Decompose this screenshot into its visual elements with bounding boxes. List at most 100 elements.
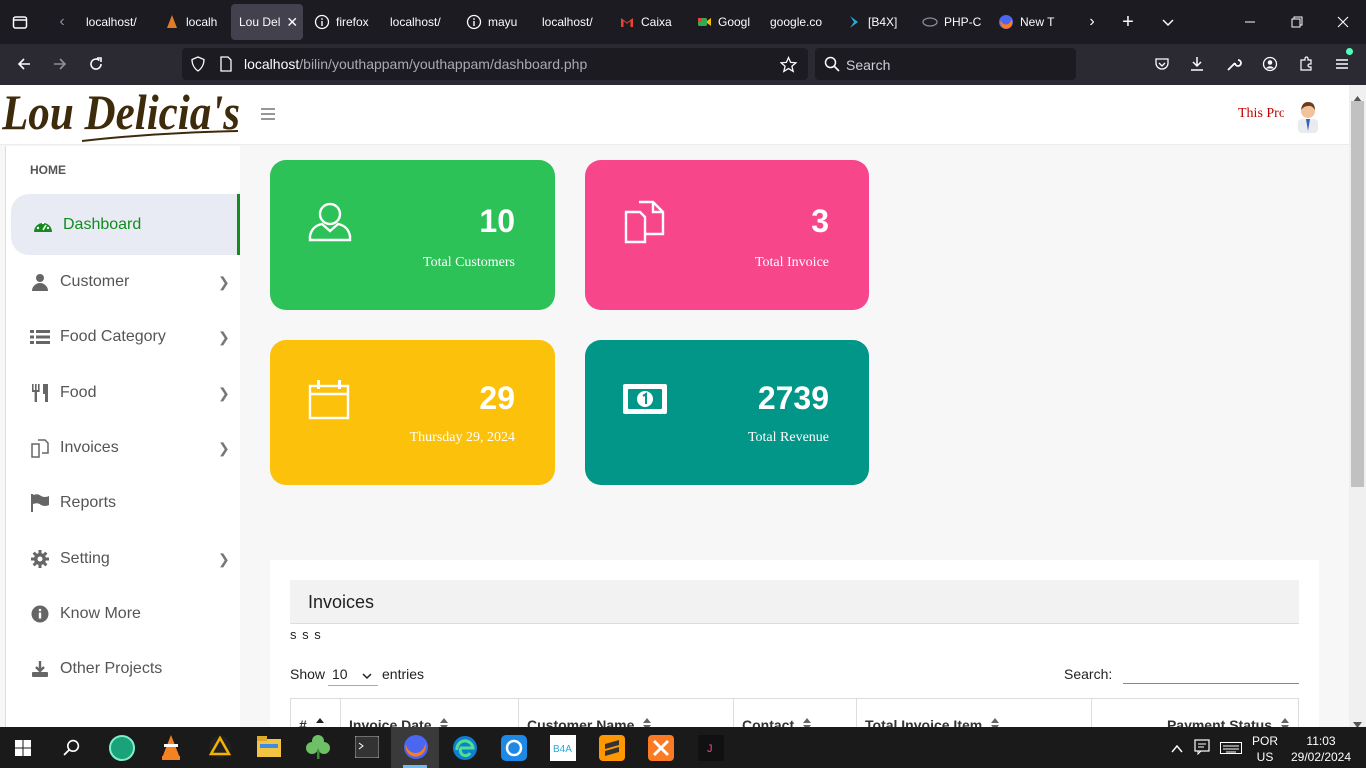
profile-text[interactable]: This Pro [1238,106,1284,122]
column-header-customer-name[interactable]: Customer Name [519,699,734,727]
svg-text:B4A: B4A [553,744,572,755]
sidebar-item-setting[interactable]: Setting ❯ [6,534,241,584]
column-header-contact[interactable]: Contact [734,699,857,727]
sublime-app-icon[interactable] [599,735,625,766]
browser-tab[interactable]: localhost/ [78,4,156,40]
logo[interactable]: Lou Delicia's [1,85,242,145]
firefox-taskbar-button[interactable] [391,727,439,768]
avatar[interactable] [1292,97,1324,138]
sidebar-item-invoices[interactable]: Invoices ❯ [6,423,241,473]
sort-icon [439,717,449,727]
close-window-icon[interactable] [1331,10,1355,34]
pocket-icon[interactable] [1150,52,1174,76]
browser-tab[interactable]: localh [156,4,230,40]
browser-tab[interactable]: [B4X] [838,4,914,40]
xampp-app-icon[interactable] [648,735,674,766]
invoices-note: s s s [290,627,322,642]
column-header-number[interactable]: # [291,699,341,727]
scrollbar-thumb[interactable] [1351,101,1364,487]
svg-text:J: J [707,743,713,755]
solitaire-app-icon[interactable] [305,734,331,765]
table-search-input[interactable] [1123,660,1299,684]
new-tab-icon[interactable]: + [1116,10,1140,34]
page-content: Lou Delicia's This Pro HOME Dashboard Cu… [0,85,1366,727]
minimize-icon[interactable] [1238,10,1262,34]
back-icon[interactable] [12,52,36,76]
stat-card-date[interactable]: 29 Thursday 29, 2024 [270,340,555,485]
windows-start-icon[interactable] [15,740,31,761]
terminal-app-icon[interactable] [354,735,380,763]
page-info-icon[interactable] [218,56,234,75]
url-text: localhost/bilin/youthappam/youthappam/da… [244,56,587,72]
shield-icon[interactable] [190,56,206,75]
sidebar-item-label: Other Projects [60,660,163,677]
url-path: /bilin/youthappam/youthappam/dashboard.p… [299,56,588,72]
notification-icon[interactable] [1194,739,1210,760]
column-header-total-invoice-item[interactable]: Total Invoice Item [857,699,1092,727]
tab-list-chevron-down-icon[interactable] [1156,10,1180,34]
restore-icon[interactable] [1285,10,1309,34]
browser-tab[interactable]: Caixa [611,4,687,40]
browser-tab-bar: ‹ localhost/ localh Lou Del ✕ firefox lo… [0,0,1366,44]
search-icon[interactable] [63,739,80,761]
browser-tab[interactable]: Googl [688,4,764,40]
column-header-invoice-date[interactable]: Invoice Date [341,699,519,727]
clock[interactable]: 11:03 29/02/2024 [1288,733,1354,765]
chevron-up-icon[interactable] [1171,741,1183,759]
sidebar-item-customer[interactable]: Customer ❯ [6,257,241,307]
keyboard-icon[interactable] [1220,741,1242,759]
stat-card-invoice[interactable]: 3 Total Invoice [585,160,869,310]
file-explorer-icon[interactable] [257,736,281,763]
triangle-app-icon[interactable] [208,735,232,764]
sidebar-item-label: Food [60,384,97,401]
column-header-payment-status[interactable]: Payment Status [1092,699,1298,727]
tab-scroll-right-icon[interactable]: › [1080,10,1104,34]
sidebar-item-other-projects[interactable]: Other Projects [6,644,241,694]
browser-tab[interactable]: PHP-C [914,4,990,40]
jetbrains-app-icon[interactable]: J [698,735,724,766]
sidebar-item-reports[interactable]: Reports [6,478,241,528]
reload-icon[interactable] [84,52,108,76]
menu-icon[interactable] [1330,48,1354,76]
b4x-icon [846,14,862,30]
extensions-icon[interactable] [1294,52,1318,76]
stat-card-customers[interactable]: 10 Total Customers [270,160,555,310]
browser-tab[interactable]: localhost/ [382,4,458,40]
sync-app-icon[interactable] [501,735,527,766]
sidebar-item-know-more[interactable]: Know More [6,589,241,639]
sidebar-item-food-category[interactable]: Food Category ❯ [6,312,241,362]
search-placeholder: Search [846,57,891,73]
tab-label: localhost/ [86,15,137,29]
upwork-app-icon[interactable] [109,735,135,761]
browser-tab[interactable]: google.co [762,4,838,40]
browser-tab-active[interactable]: Lou Del ✕ [231,4,303,40]
tab-scroll-left-icon[interactable]: ‹ [50,10,74,34]
chevron-down-icon [362,668,372,684]
invoice-icon [30,438,50,458]
download-icon[interactable] [1185,52,1209,76]
tab-close-icon[interactable]: ✕ [286,14,298,31]
dashboard-icon [33,215,53,235]
search-bar[interactable]: Search [815,48,1076,80]
forward-icon[interactable] [48,52,72,76]
account-icon[interactable] [1258,52,1282,76]
hamburger-menu-icon[interactable] [260,107,276,126]
b4a-app-icon[interactable]: B4A [550,735,576,766]
sidebar-item-dashboard[interactable]: Dashboard [11,194,240,255]
browser-tab[interactable]: localhost/ [534,4,610,40]
tab-label: localh [186,15,218,29]
browser-tab[interactable]: firefox [306,4,382,40]
language-indicator[interactable]: POR US [1252,733,1278,765]
edge-app-icon[interactable] [452,735,478,766]
stat-card-revenue[interactable]: 2739 Total Revenue [585,340,869,485]
url-bar[interactable]: localhost/bilin/youthappam/youthappam/da… [182,48,808,80]
tab-overview-icon[interactable] [8,10,32,34]
browser-tab[interactable]: New T [990,4,1066,40]
entries-select[interactable]: 10 [328,662,378,686]
bookmark-star-icon[interactable] [779,56,798,76]
sidebar-item-food[interactable]: Food ❯ [6,368,241,418]
vlc-app-icon[interactable] [160,734,182,765]
wrench-icon[interactable] [1222,52,1246,76]
page-scrollbar[interactable] [1349,85,1366,728]
browser-tab[interactable]: mayu [458,4,534,40]
